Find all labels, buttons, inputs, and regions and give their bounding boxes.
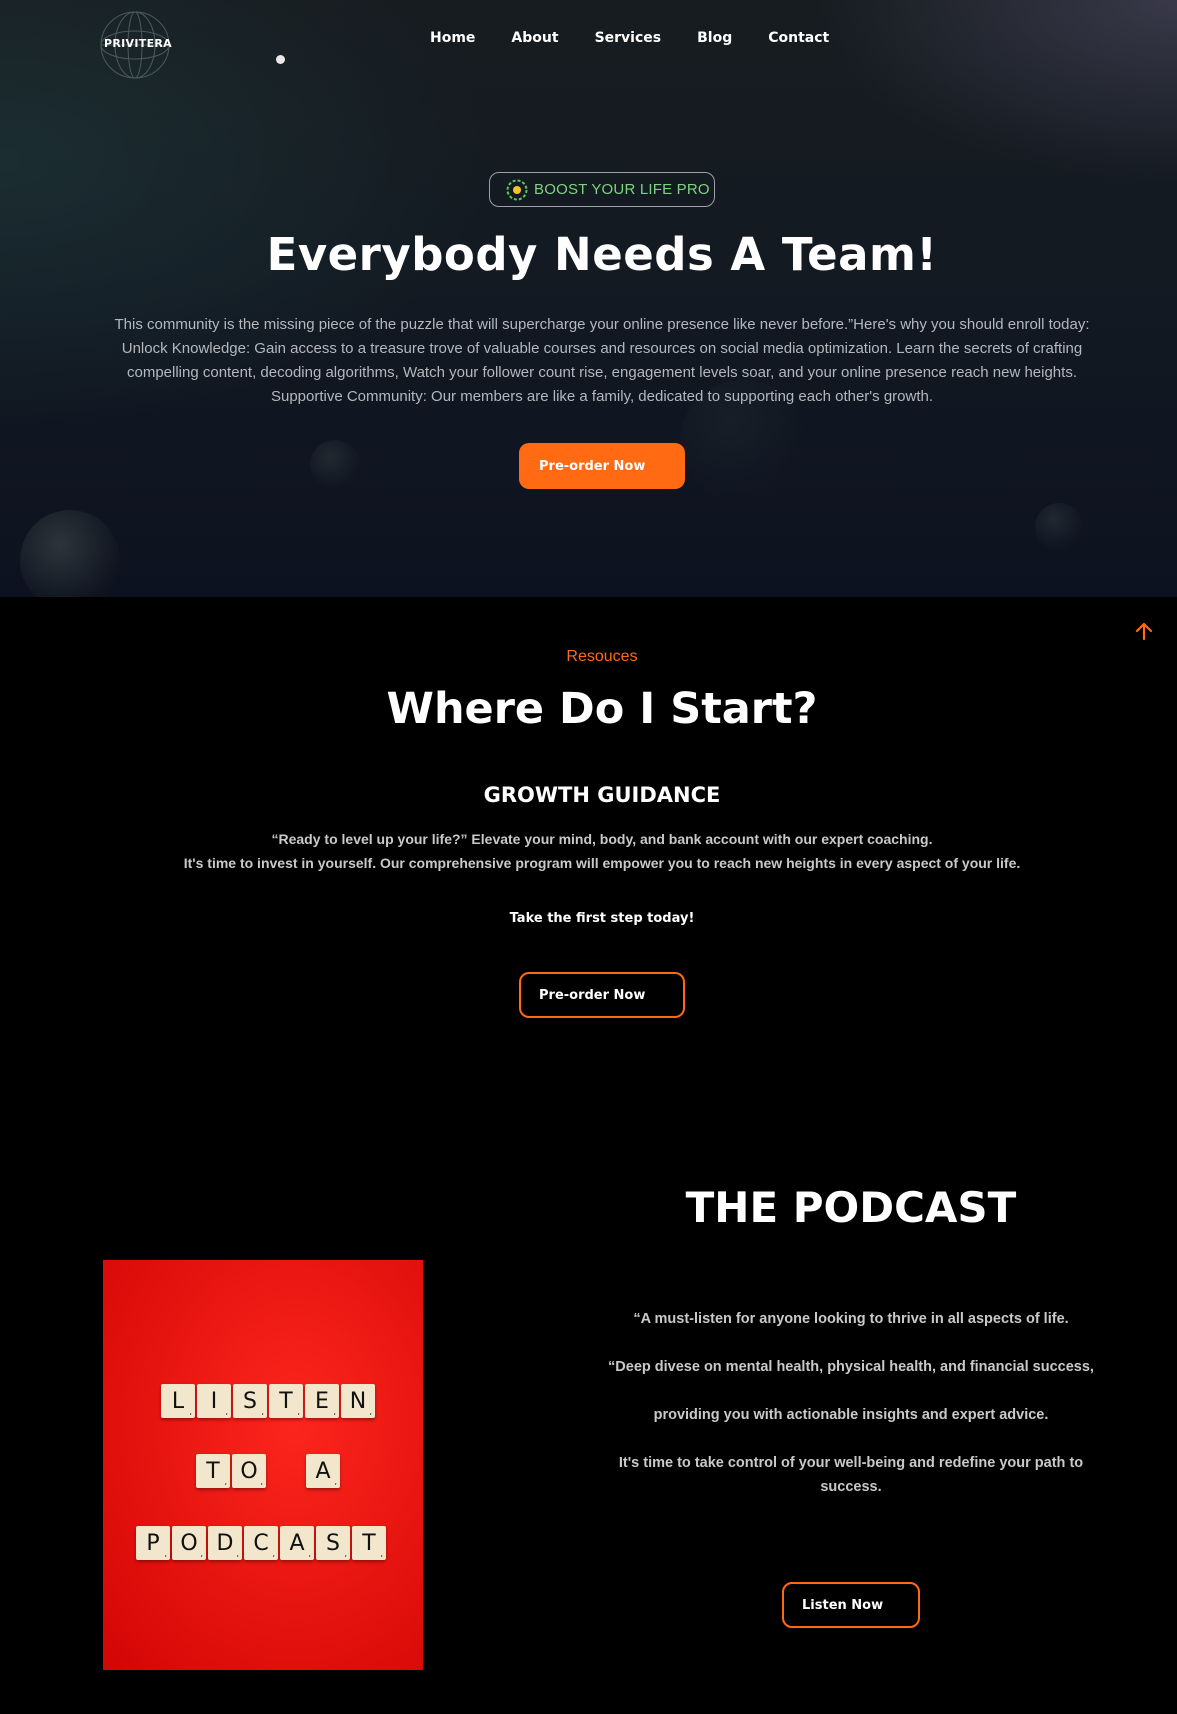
podcast-image: L I S T E N T O A P O D C A S T — [103, 1260, 423, 1670]
first-step-text: Take the first step today! — [509, 911, 695, 926]
nav-services[interactable]: Services — [595, 30, 662, 46]
podcast-line: “A must-listen for anyone looking to thr… — [633, 1311, 1069, 1327]
letter-tile: P — [136, 1526, 170, 1560]
tile-word-a: A — [306, 1454, 340, 1488]
badge-label: BOOST YOUR LIFE PRO — [534, 181, 710, 198]
letter-tile: A — [306, 1454, 340, 1488]
letter-tile: N — [341, 1384, 375, 1418]
growth-guidance-line: “Ready to level up your life?” Elevate y… — [271, 831, 933, 847]
hero-description-line: Unlock Knowledge: Gain access to a treas… — [121, 340, 1083, 357]
letter-tile: S — [316, 1526, 350, 1560]
podcast-description: “A must-listen for anyone looking to thr… — [600, 1307, 1102, 1523]
main-nav: Home About Services Blog Contact — [430, 30, 865, 46]
letter-tile: C — [244, 1526, 278, 1560]
tile-word-listen: L I S T E N — [161, 1384, 375, 1418]
decorative-orb — [1035, 503, 1083, 551]
resources-eyebrow: Resouces — [566, 648, 638, 665]
nav-home[interactable]: Home — [430, 30, 475, 46]
letter-tile: L — [161, 1384, 195, 1418]
growth-guidance-text: “Ready to level up your life?” Elevate y… — [0, 827, 1177, 875]
decorative-orb — [20, 510, 120, 597]
logo-text: PRIVITERA — [104, 37, 172, 50]
growth-guidance-heading: GROWTH GUIDANCE — [483, 783, 721, 807]
listen-now-button[interactable]: Listen Now — [782, 1582, 920, 1628]
resources-preorder-button[interactable]: Pre-order Now — [519, 972, 685, 1018]
logo[interactable]: PRIVITERA — [98, 10, 172, 80]
laurel-icon — [506, 179, 528, 200]
podcast-line: providing you with actionable insights a… — [653, 1407, 1049, 1423]
hero-title: Everybody Needs A Team! — [266, 228, 938, 281]
letter-tile: D — [208, 1526, 242, 1560]
hero-section: PRIVITERA Home About Services Blog Conta… — [0, 0, 1177, 597]
letter-tile: O — [232, 1454, 266, 1488]
letter-tile: A — [280, 1526, 314, 1560]
letter-tile: I — [197, 1384, 231, 1418]
tile-word-to: T O — [196, 1454, 266, 1488]
tile-word-podcast: P O D C A S T — [136, 1526, 386, 1560]
nav-about[interactable]: About — [511, 30, 558, 46]
letter-tile: T — [352, 1526, 386, 1560]
scroll-to-top-icon[interactable] — [1132, 619, 1156, 643]
nav-contact[interactable]: Contact — [768, 30, 829, 46]
cursor-dot — [276, 55, 285, 64]
podcast-line: It's time to take control of your well-b… — [618, 1455, 1084, 1495]
resources-title: Where Do I Start? — [386, 684, 818, 734]
podcast-title: THE PODCAST — [685, 1183, 1017, 1232]
letter-tile: S — [233, 1384, 267, 1418]
hero-description-line: compelling content, decoding algorithms,… — [127, 364, 1077, 381]
hero-preorder-button[interactable]: Pre-order Now — [519, 443, 685, 489]
decorative-orb — [310, 440, 360, 490]
hero-description-line: This community is the missing piece of t… — [114, 316, 1090, 333]
hero-description-line: Supportive Community: Our members are li… — [270, 388, 934, 405]
hero-description: This community is the missing piece of t… — [90, 313, 1114, 409]
nav-blog[interactable]: Blog — [697, 30, 732, 46]
letter-tile: T — [196, 1454, 230, 1488]
growth-guidance-line: It's time to invest in yourself. Our com… — [183, 855, 1021, 871]
letter-tile: O — [172, 1526, 206, 1560]
letter-tile: E — [305, 1384, 339, 1418]
podcast-line: “Deep divese on mental health, physical … — [608, 1359, 1094, 1375]
letter-tile: T — [269, 1384, 303, 1418]
hero-badge: BOOST YOUR LIFE PRO — [489, 172, 715, 207]
